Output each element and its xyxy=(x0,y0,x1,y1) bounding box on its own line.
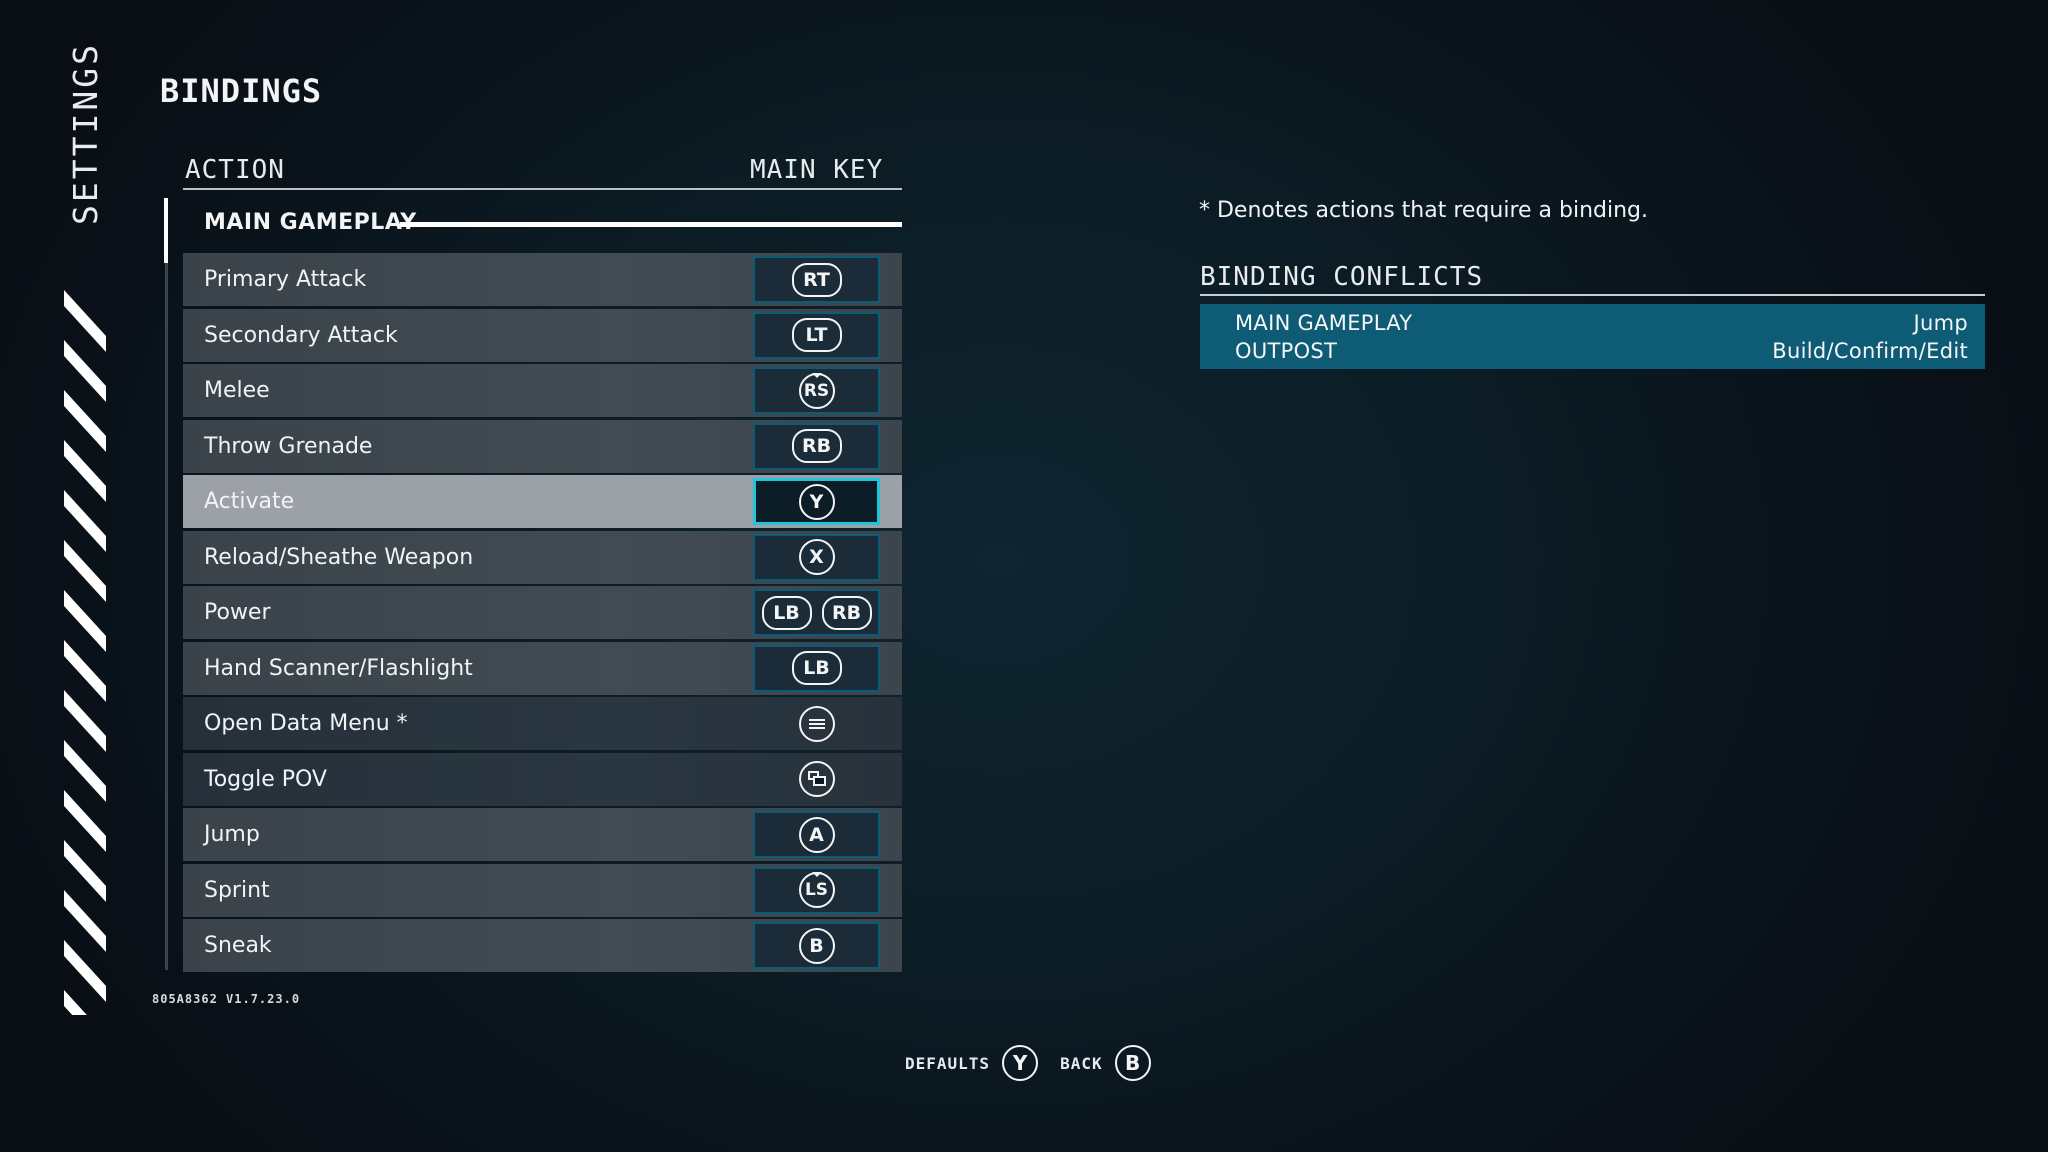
key-binding-slot[interactable]: X xyxy=(753,533,880,581)
hazard-stripe xyxy=(64,340,106,402)
hazard-stripe xyxy=(64,490,106,552)
header-divider xyxy=(183,188,902,190)
hazard-stripe xyxy=(64,590,106,652)
binding-row[interactable]: Sneak B xyxy=(183,919,902,972)
binding-row[interactable]: Activate Y xyxy=(183,475,902,528)
key-binding-slot[interactable]: LB xyxy=(753,644,880,692)
defaults-label: DEFAULTS xyxy=(905,1053,991,1073)
a-button-icon: A xyxy=(798,816,835,853)
key-binding-slot[interactable]: LS xyxy=(753,866,880,914)
column-header-action: ACTION xyxy=(185,155,285,185)
ls-button-icon: LS xyxy=(798,872,835,908)
back-button[interactable]: BACK B xyxy=(1060,1045,1151,1081)
binding-row[interactable]: Throw Grenade RB xyxy=(183,419,902,473)
binding-row[interactable]: Primary Attack RT xyxy=(183,253,902,306)
binding-action-label: Reload/Sheathe Weapon xyxy=(204,544,474,570)
view-icon xyxy=(798,761,835,797)
key-binding-slot[interactable]: Y xyxy=(753,478,880,525)
key-binding-slot xyxy=(753,756,880,803)
settings-vertical-label: SETTINGS xyxy=(66,42,105,225)
hazard-stripe xyxy=(64,890,106,952)
key-binding-slot xyxy=(753,700,880,747)
rs-button-icon: RS xyxy=(798,372,835,409)
y-button-icon: Y xyxy=(1002,1045,1039,1081)
hazard-stripe xyxy=(64,940,106,1002)
rb-button-icon: RB xyxy=(791,429,842,463)
lt-button-icon: LT xyxy=(791,318,842,352)
rb-button-icon: RB xyxy=(821,595,872,630)
binding-row[interactable]: Sprint LS xyxy=(183,863,902,917)
binding-action-label: Open Data Menu * xyxy=(204,711,408,736)
binding-conflicts-title: BINDING CONFLICTS xyxy=(1200,262,1484,292)
group-divider xyxy=(400,222,902,227)
lb-button-icon: LB xyxy=(761,595,812,630)
conflict-category: MAIN GAMEPLAY xyxy=(1235,311,1413,335)
binding-action-label: Toggle POV xyxy=(204,766,327,792)
binding-action-label: Hand Scanner/Flashlight xyxy=(204,655,473,681)
hazard-stripe xyxy=(64,290,106,352)
scrollbar-track[interactable] xyxy=(165,198,168,970)
b-button-icon: B xyxy=(798,927,835,964)
binding-row[interactable]: Melee RS xyxy=(183,364,902,417)
conflict-action: Build/Confirm/Edit xyxy=(1772,339,1968,363)
defaults-button[interactable]: DEFAULTS Y xyxy=(905,1045,1039,1081)
key-binding-slot[interactable]: LT xyxy=(753,311,880,359)
version-text: 805A8362 V1.7.23.0 xyxy=(152,992,301,1006)
required-binding-note: * Denotes actions that require a binding… xyxy=(1199,198,1649,223)
binding-action-label: Activate xyxy=(204,489,295,514)
binding-action-label: Primary Attack xyxy=(204,267,367,292)
binding-action-label: Secondary Attack xyxy=(204,322,398,348)
binding-row[interactable]: Secondary Attack LT xyxy=(183,308,902,362)
key-binding-slot[interactable]: RB xyxy=(753,422,880,470)
binding-action-label: Sneak xyxy=(204,933,272,958)
binding-row[interactable]: Jump A xyxy=(183,808,902,861)
hazard-stripe xyxy=(64,790,106,852)
binding-action-label: Throw Grenade xyxy=(204,433,373,459)
binding-row[interactable]: Open Data Menu * xyxy=(183,697,902,750)
page-title: BINDINGS xyxy=(160,72,323,110)
binding-action-label: Sprint xyxy=(204,877,270,903)
binding-row[interactable]: Hand Scanner/Flashlight LB xyxy=(183,641,902,695)
hazard-stripe xyxy=(64,540,106,602)
conflict-entry: MAIN GAMEPLAY Jump xyxy=(1235,311,1968,335)
group-header-main-gameplay: MAIN GAMEPLAY xyxy=(204,210,417,235)
column-header-main-key: MAIN KEY xyxy=(750,155,884,185)
hazard-stripe xyxy=(64,840,106,902)
binding-action-label: Melee xyxy=(204,378,270,403)
rt-button-icon: RT xyxy=(791,262,842,297)
hazard-stripe xyxy=(64,640,106,702)
footer-button-hints: DEFAULTS Y BACK B xyxy=(905,1045,1161,1081)
key-binding-slot[interactable]: B xyxy=(753,922,880,969)
binding-row[interactable]: Reload/Sheathe Weapon X xyxy=(183,530,902,584)
conflicts-divider xyxy=(1200,294,1985,296)
binding-action-label: Power xyxy=(204,600,271,625)
binding-row[interactable]: Toggle POV xyxy=(183,752,902,806)
x-button-icon: X xyxy=(798,539,835,575)
b-button-icon: B xyxy=(1114,1045,1151,1081)
hazard-stripe xyxy=(64,390,106,452)
hazard-stripe xyxy=(64,690,106,752)
hazard-stripe xyxy=(64,440,106,502)
key-binding-slot[interactable]: RS xyxy=(753,367,880,414)
binding-row[interactable]: Power LB RB xyxy=(183,586,902,639)
key-binding-slot[interactable]: LB RB xyxy=(753,589,880,636)
conflict-action: Jump xyxy=(1913,311,1968,335)
binding-conflicts-panel: MAIN GAMEPLAY Jump OUTPOST Build/Confirm… xyxy=(1200,304,1985,369)
conflict-category: OUTPOST xyxy=(1235,339,1338,363)
hazard-stripe xyxy=(64,740,106,802)
key-binding-slot[interactable]: A xyxy=(753,811,880,858)
back-label: BACK xyxy=(1060,1053,1103,1073)
key-binding-slot[interactable]: RT xyxy=(753,256,880,303)
conflict-entry: OUTPOST Build/Confirm/Edit xyxy=(1235,339,1968,363)
scrollbar-thumb[interactable] xyxy=(164,198,168,263)
y-button-icon: Y xyxy=(798,483,835,520)
hazard-stripes-decoration xyxy=(64,290,106,1015)
lb-button-icon: LB xyxy=(791,651,842,685)
binding-action-label: Jump xyxy=(204,822,260,847)
bindings-list: Primary Attack RT Secondary Attack LT Melee R… xyxy=(183,253,902,975)
menu-icon xyxy=(798,705,835,742)
